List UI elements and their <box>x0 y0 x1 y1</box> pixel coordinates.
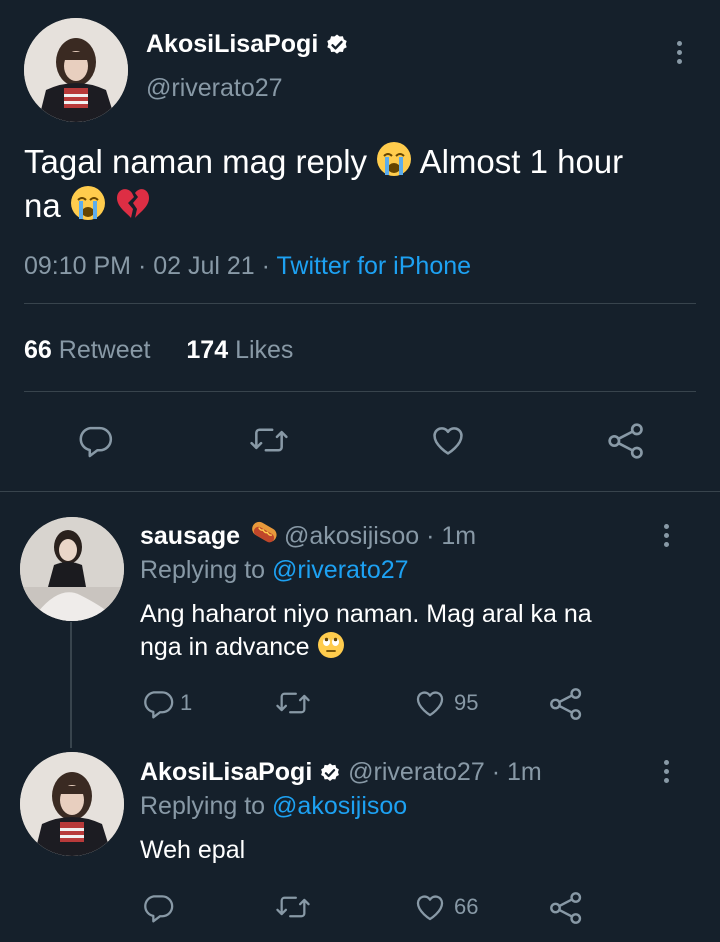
avatar-main-author[interactable] <box>24 18 128 122</box>
reply-2-replying-to[interactable]: @akosijisoo <box>272 792 407 820</box>
thread-connector-line <box>70 622 72 748</box>
hot-dog-emoji <box>247 521 277 547</box>
main-text-line2: na <box>24 187 61 224</box>
reply-1-replying-row: Replying to @riverato27 <box>140 556 409 585</box>
broken-heart-emoji <box>115 185 151 221</box>
reply-1-display-name[interactable]: sausage <box>140 522 240 550</box>
section-divider <box>0 491 720 492</box>
retweet-icon[interactable] <box>274 890 312 924</box>
retweet-icon[interactable] <box>274 686 312 720</box>
main-handle[interactable]: @riverato27 <box>146 74 283 103</box>
reply-2-replying-row: Replying to @akosijisoo <box>140 792 407 821</box>
divider <box>24 391 696 392</box>
reply-1-reply-count: 1 <box>180 690 193 715</box>
avatar-reply-1[interactable] <box>20 517 124 621</box>
crying-face-emoji <box>376 141 412 177</box>
tweet-time: 09:10 PM <box>24 252 132 280</box>
main-meta-row: 09:10 PM · 02 Jul 21 · Twitter for iPhon… <box>24 252 472 280</box>
eye-roll-emoji <box>317 631 345 659</box>
heart-icon[interactable] <box>412 890 448 924</box>
reply-2-header: AkosiLisaPogi @riverato27 · 1m <box>140 758 542 787</box>
retweet-count: 66 <box>24 336 52 364</box>
main-display-name[interactable]: AkosiLisaPogi <box>146 30 318 58</box>
reply-1-handle[interactable]: @akosijisoo <box>284 522 419 550</box>
reply-1-text-line1: Ang haharot niyo naman. Mag aral ka na <box>140 600 592 628</box>
engagement-counts-row: 66 Retweet 174 Likes <box>24 336 293 365</box>
reply-icon[interactable] <box>141 686 175 720</box>
like-label: Likes <box>235 336 294 364</box>
reply-1-replying-prefix: Replying to <box>140 556 266 584</box>
main-text-line1b: Almost 1 hour <box>419 143 624 180</box>
more-vertical-icon[interactable] <box>662 760 670 787</box>
main-display-name-row: AkosiLisaPogi <box>146 30 349 59</box>
retweet-label: Retweet <box>58 336 151 364</box>
like-stat[interactable]: 174 Likes <box>186 336 293 364</box>
more-vertical-icon[interactable] <box>675 41 683 68</box>
reply-2-display-name[interactable]: AkosiLisaPogi <box>140 758 312 786</box>
reply-1-replying-to[interactable]: @riverato27 <box>272 556 409 584</box>
tweet-source-link[interactable]: Twitter for iPhone <box>277 252 472 280</box>
heart-icon[interactable] <box>428 421 468 459</box>
share-icon[interactable] <box>548 890 584 926</box>
retweet-icon[interactable] <box>248 421 290 459</box>
main-tweet-text: Tagal naman mag reply Almost 1 hour na <box>24 140 704 228</box>
tweet-date: 02 Jul 21 <box>153 252 255 280</box>
reply-2-handle[interactable]: @riverato27 <box>348 758 485 786</box>
reply-1-text-line2: nga in advance <box>140 633 310 661</box>
like-count: 174 <box>186 336 229 364</box>
divider <box>24 303 696 304</box>
crying-face-emoji-2 <box>70 185 106 221</box>
reply-2-age: · 1m <box>491 758 542 786</box>
reply-2-replying-prefix: Replying to <box>140 792 266 820</box>
reply-1-age: · 1m <box>426 522 477 550</box>
share-icon[interactable] <box>548 686 584 722</box>
verified-badge-icon <box>319 762 341 784</box>
reply-2-text: Weh epal <box>140 836 246 864</box>
heart-icon[interactable] <box>412 686 448 720</box>
retweet-stat[interactable]: 66 Retweet <box>24 336 157 364</box>
verified-badge-icon <box>325 33 349 57</box>
reply-1-text: Ang haharot niyo naman. Mag aral ka na n… <box>140 598 700 664</box>
reply-icon[interactable] <box>141 890 175 924</box>
reply-icon[interactable] <box>76 421 114 459</box>
reply-1-like-count: 95 <box>454 690 479 715</box>
more-vertical-icon[interactable] <box>662 524 670 551</box>
main-text-line1: Tagal naman mag reply <box>24 143 368 180</box>
share-icon[interactable] <box>605 421 647 461</box>
avatar-reply-2[interactable] <box>20 752 124 856</box>
reply-2-like-count: 66 <box>454 894 479 919</box>
reply-1-header: sausage @akosijisoo · 1m <box>140 521 476 551</box>
